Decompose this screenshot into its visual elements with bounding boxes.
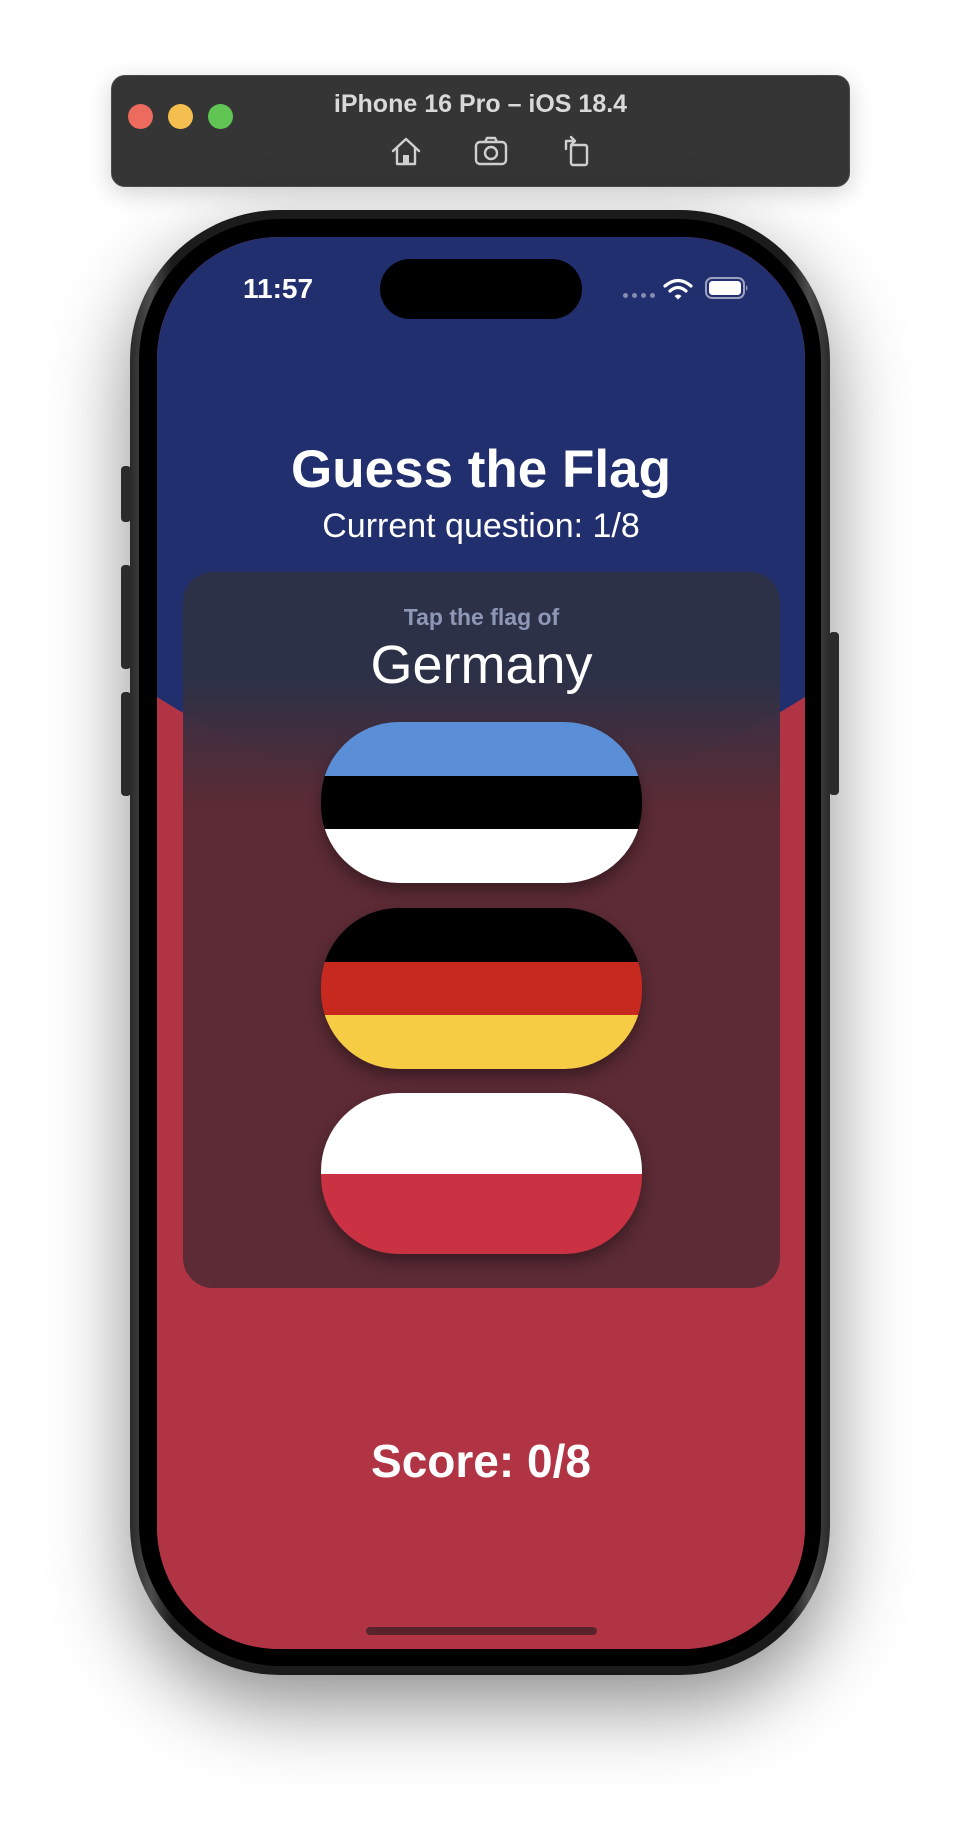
- flag-stripe: [321, 908, 642, 962]
- wifi-icon: [663, 278, 693, 300]
- cellular-signal-icon: [623, 293, 655, 298]
- flag-stripe: [321, 1015, 642, 1069]
- home-icon[interactable]: [388, 133, 424, 169]
- power-button[interactable]: [829, 632, 839, 795]
- flag-stripe: [321, 829, 642, 883]
- score-label: Score: 0/8: [371, 1435, 591, 1487]
- status-time: 11:57: [243, 273, 314, 304]
- flag-stripe: [321, 961, 642, 1016]
- phone-screen: 11:57 Guess the Flag Current question: 1…: [157, 237, 805, 1649]
- flag-button-germany[interactable]: [321, 908, 642, 1069]
- flag-stripe: [321, 775, 642, 830]
- question-counter: Current question: 1/8: [322, 507, 640, 545]
- flag-button-estonia[interactable]: [321, 722, 642, 883]
- rotate-icon[interactable]: [558, 133, 594, 169]
- home-indicator[interactable]: [366, 1627, 597, 1635]
- page-title: Guess the Flag: [291, 440, 671, 499]
- battery-icon: [705, 277, 748, 299]
- flag-stripe: [321, 1173, 642, 1254]
- target-country: Germany: [370, 635, 593, 695]
- simulator-toolbar: iPhone 16 Pro – iOS 18.4: [111, 75, 850, 187]
- flag-button-poland[interactable]: [321, 1093, 642, 1254]
- flag-stripe: [321, 722, 642, 776]
- question-card: Tap the flag of Germany: [183, 572, 780, 1288]
- dynamic-island: [380, 259, 582, 319]
- screenshot-icon[interactable]: [473, 133, 509, 169]
- simulator-title: iPhone 16 Pro – iOS 18.4: [333, 90, 628, 118]
- prompt-label: Tap the flag of: [403, 604, 560, 630]
- flag-stripe: [321, 1093, 642, 1174]
